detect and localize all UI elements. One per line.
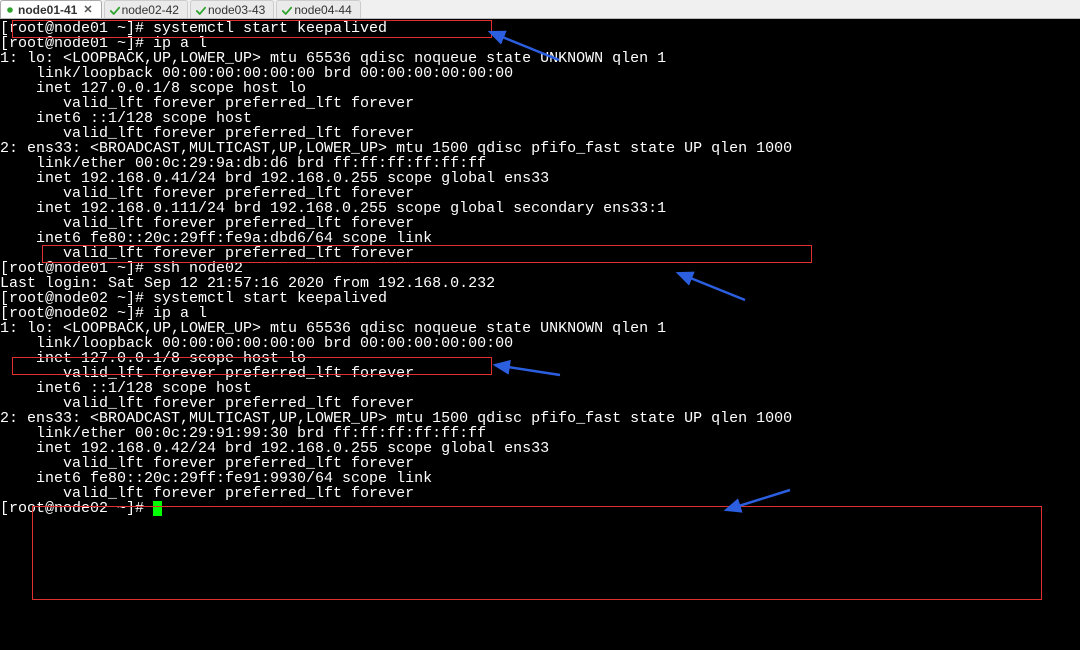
close-icon[interactable]: ✕ <box>83 3 92 16</box>
terminal-line: inet 192.168.0.111/24 brd 192.168.0.255 … <box>0 201 1080 216</box>
terminal-line: inet6 ::1/128 scope host <box>0 111 1080 126</box>
check-icon <box>282 6 290 14</box>
tab-node01-41[interactable]: node01-41 ✕ <box>0 0 102 18</box>
terminal-line: inet6 ::1/128 scope host <box>0 381 1080 396</box>
terminal-line: link/ether 00:0c:29:9a:db:d6 brd ff:ff:f… <box>0 156 1080 171</box>
tab-label: node03-43 <box>208 3 265 17</box>
terminal-cursor <box>153 501 162 516</box>
tab-node03-43[interactable]: node03-43 <box>190 0 274 18</box>
terminal-line: 2: ens33: <BROADCAST,MULTICAST,UP,LOWER_… <box>0 141 1080 156</box>
terminal-line: valid_lft forever preferred_lft forever <box>0 96 1080 111</box>
tab-label: node04-44 <box>294 3 351 17</box>
terminal-line: 2: ens33: <BROADCAST,MULTICAST,UP,LOWER_… <box>0 411 1080 426</box>
terminal-line: 1: lo: <LOOPBACK,UP,LOWER_UP> mtu 65536 … <box>0 51 1080 66</box>
tab-bar: node01-41 ✕ node02-42 node03-43 node04-44 <box>0 0 1080 19</box>
tab-node02-42[interactable]: node02-42 <box>104 0 188 18</box>
terminal-line: valid_lft forever preferred_lft forever <box>0 186 1080 201</box>
check-icon <box>110 6 118 14</box>
terminal[interactable]: [root@node01 ~]# systemctl start keepali… <box>0 19 1080 650</box>
bullet-icon <box>6 6 14 14</box>
terminal-line: valid_lft forever preferred_lft forever <box>0 246 1080 261</box>
terminal-line: [root@node02 ~]# <box>0 501 1080 516</box>
tab-label: node01-41 <box>18 3 77 17</box>
terminal-line: [root@node02 ~]# systemctl start keepali… <box>0 291 1080 306</box>
terminal-line: valid_lft forever preferred_lft forever <box>0 126 1080 141</box>
terminal-line: [root@node01 ~]# ssh node02 <box>0 261 1080 276</box>
terminal-line: [root@node01 ~]# systemctl start keepali… <box>0 21 1080 36</box>
terminal-line: [root@node01 ~]# ip a l <box>0 36 1080 51</box>
terminal-line: inet6 fe80::20c:29ff:fe91:9930/64 scope … <box>0 471 1080 486</box>
terminal-line: [root@node02 ~]# ip a l <box>0 306 1080 321</box>
terminal-line: inet 127.0.0.1/8 scope host lo <box>0 81 1080 96</box>
terminal-line: valid_lft forever preferred_lft forever <box>0 396 1080 411</box>
terminal-line: link/loopback 00:00:00:00:00:00 brd 00:0… <box>0 66 1080 81</box>
tab-label: node02-42 <box>122 3 179 17</box>
check-icon <box>196 6 204 14</box>
terminal-line: inet 192.168.0.42/24 brd 192.168.0.255 s… <box>0 441 1080 456</box>
terminal-line: valid_lft forever preferred_lft forever <box>0 216 1080 231</box>
terminal-line: valid_lft forever preferred_lft forever <box>0 366 1080 381</box>
terminal-line: link/loopback 00:00:00:00:00:00 brd 00:0… <box>0 336 1080 351</box>
terminal-line: Last login: Sat Sep 12 21:57:16 2020 fro… <box>0 276 1080 291</box>
tab-node04-44[interactable]: node04-44 <box>276 0 360 18</box>
terminal-line: 1: lo: <LOOPBACK,UP,LOWER_UP> mtu 65536 … <box>0 321 1080 336</box>
terminal-line: inet 127.0.0.1/8 scope host lo <box>0 351 1080 366</box>
terminal-line: valid_lft forever preferred_lft forever <box>0 486 1080 501</box>
terminal-line: link/ether 00:0c:29:91:99:30 brd ff:ff:f… <box>0 426 1080 441</box>
terminal-line: inet 192.168.0.41/24 brd 192.168.0.255 s… <box>0 171 1080 186</box>
terminal-line: valid_lft forever preferred_lft forever <box>0 456 1080 471</box>
terminal-line: inet6 fe80::20c:29ff:fe9a:dbd6/64 scope … <box>0 231 1080 246</box>
